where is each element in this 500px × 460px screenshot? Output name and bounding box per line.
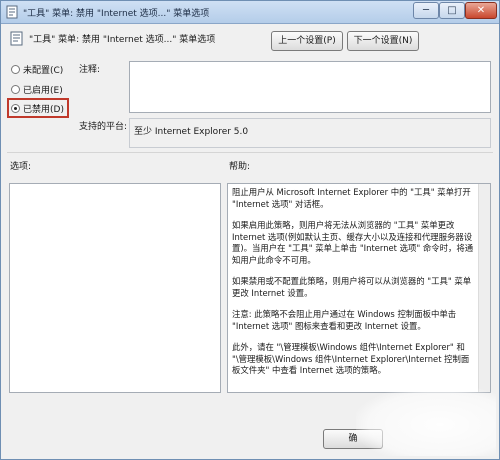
help-content: 阻止用户从 Microsoft Internet Explorer 中的 "工具…	[228, 187, 478, 387]
help-paragraph: 阻止用户从 Microsoft Internet Explorer 中的 "工具…	[232, 187, 471, 209]
help-scrollbar[interactable]	[478, 184, 490, 392]
radio-enabled[interactable]: 已启用(E)	[11, 83, 63, 97]
supported-on-value: 至少 Internet Explorer 5.0	[134, 127, 249, 137]
radio-label: 已启用(E)	[23, 86, 63, 96]
title-bar[interactable]: "工具" 菜单: 禁用 "Internet 选项..." 菜单选项 ─ □ ✕	[1, 1, 499, 24]
close-button[interactable]: ✕	[465, 2, 497, 19]
help-paragraph: 此外，请在 "\管理模板\Windows 组件\Internet Explore…	[232, 342, 470, 375]
policy-document-icon	[10, 31, 23, 46]
policy-document-icon	[6, 5, 18, 19]
help-paragraph: 如果禁用或不配置此策略，则用户将可以从浏览器的 "工具" 菜单更改 Intern…	[232, 276, 472, 298]
selection-highlight-box	[7, 98, 69, 118]
maximize-button[interactable]: □	[439, 2, 465, 19]
policy-dialog-window: "工具" 菜单: 禁用 "Internet 选项..." 菜单选项 ─ □ ✕ …	[0, 0, 500, 460]
radio-circle[interactable]	[11, 85, 20, 94]
options-panel[interactable]	[9, 183, 221, 393]
comment-label: 注释:	[79, 65, 101, 75]
watermark-overlay	[356, 386, 496, 456]
policy-title: "工具" 菜单: 禁用 "Internet 选项..." 菜单选项	[29, 35, 216, 45]
supported-on-label: 支持的平台:	[79, 122, 128, 132]
window-title: "工具" 菜单: 禁用 "Internet 选项..." 菜单选项	[23, 9, 210, 19]
section-divider	[7, 152, 493, 153]
radio-label: 未配置(C)	[23, 66, 64, 76]
comment-textarea[interactable]	[129, 61, 491, 113]
help-paragraph: 注意: 此策略不会阻止用户通过在 Windows 控制面板中单击 "Intern…	[232, 309, 457, 331]
radio-circle[interactable]	[11, 65, 20, 74]
next-setting-button[interactable]: 下一个设置(N)	[347, 31, 419, 51]
previous-setting-button[interactable]: 上一个设置(P)	[271, 31, 343, 51]
radio-not-configured[interactable]: 未配置(C)	[11, 63, 63, 77]
minimize-button[interactable]: ─	[413, 2, 439, 19]
options-label: 选项:	[10, 162, 32, 172]
help-label: 帮助:	[229, 162, 251, 172]
help-text-panel[interactable]: 阻止用户从 Microsoft Internet Explorer 中的 "工具…	[227, 183, 491, 393]
help-paragraph: 如果启用此策略，则用户将无法从浏览器的 "工具" 菜单更改 Internet 选…	[232, 220, 474, 265]
supported-on-box: 至少 Internet Explorer 5.0	[129, 118, 491, 148]
